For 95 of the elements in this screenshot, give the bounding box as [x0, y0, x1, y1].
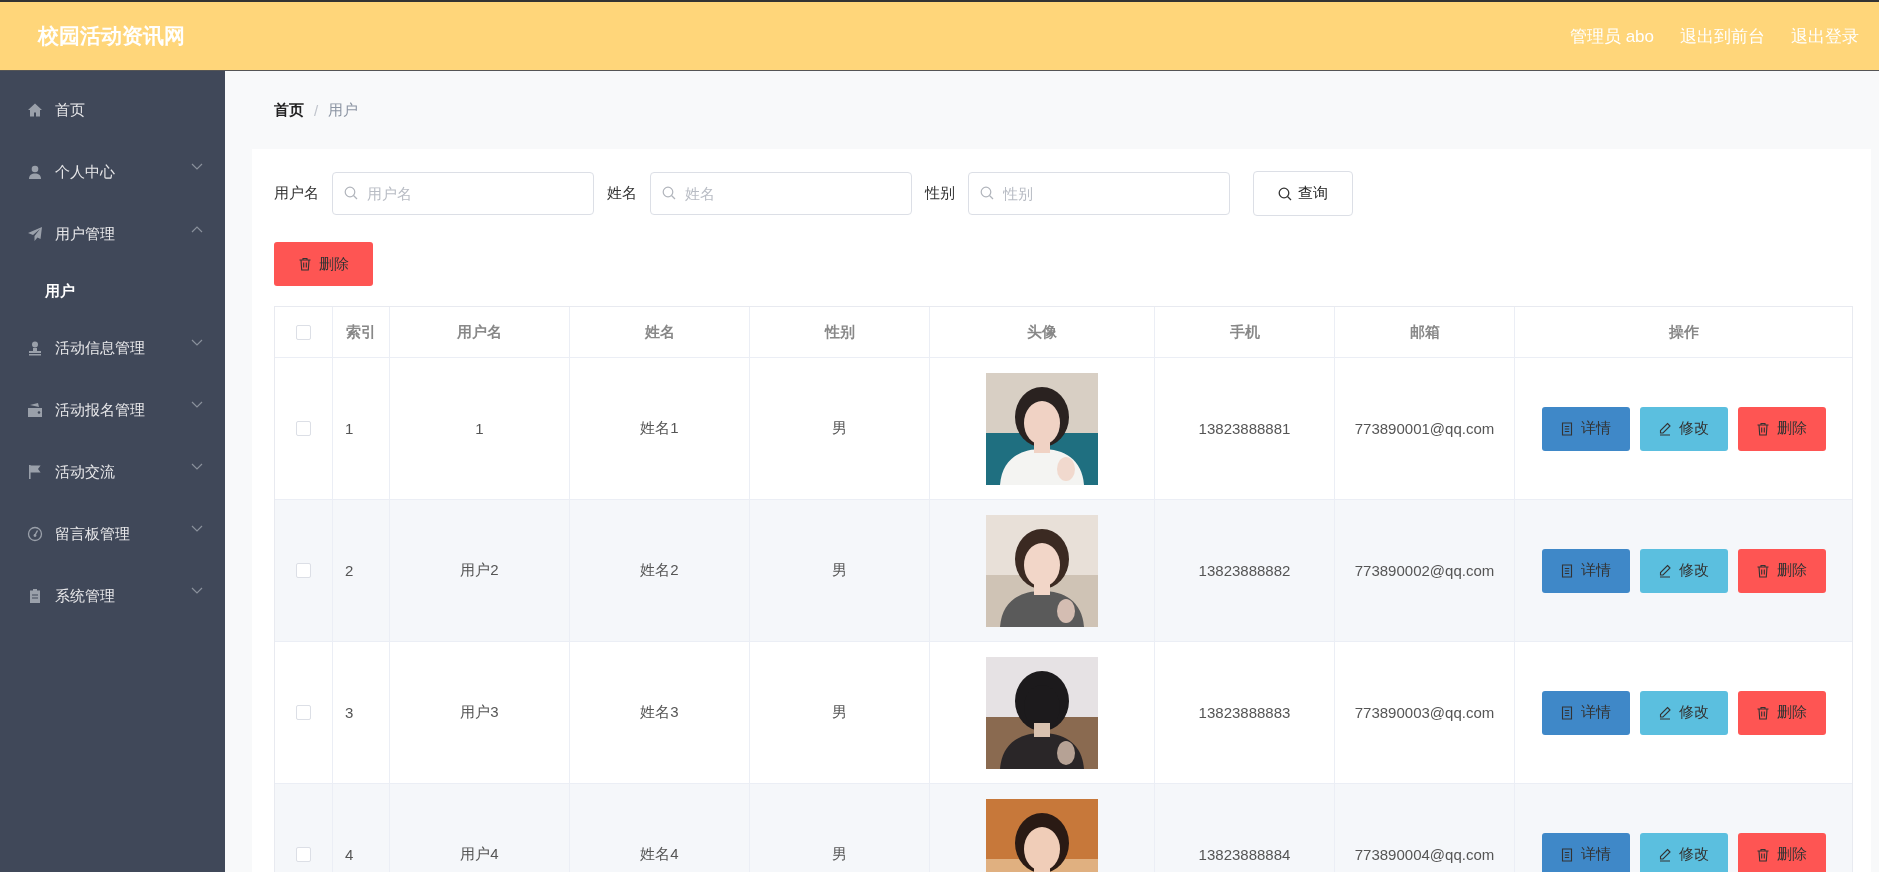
trash-icon [1756, 705, 1770, 720]
paper-plane-icon [27, 226, 43, 242]
pen-icon [1658, 421, 1672, 436]
delete-button[interactable]: 删除 [1737, 690, 1826, 735]
table-cell: 用户3 [460, 703, 499, 722]
field-label: 性别 [925, 184, 955, 203]
sidebar-item[interactable]: 个人中心 [0, 141, 225, 203]
stamp-icon [27, 340, 43, 356]
table-cell: 773890002@qq.com [1354, 562, 1495, 579]
column-header: 用户名 [457, 322, 502, 342]
search-field[interactable]: 姓名 [650, 172, 912, 215]
document-icon [1560, 705, 1574, 720]
edit-button[interactable]: 修改 [1639, 548, 1728, 593]
table-cell: 3 [345, 704, 354, 721]
edit-button[interactable]: 修改 [1639, 832, 1728, 872]
sidebar-item[interactable]: 留言板管理 [0, 503, 225, 565]
table-cell: 773890003@qq.com [1354, 704, 1495, 721]
table-cell: 13823888883 [1198, 704, 1291, 721]
table-cell: 13823888881 [1198, 420, 1291, 437]
pen-icon [1658, 847, 1672, 862]
column-header: 邮箱 [1409, 322, 1440, 342]
table-cell: 姓名2 [640, 561, 679, 580]
trash-icon [1756, 847, 1770, 862]
person-icon [27, 164, 43, 180]
table-cell: 男 [832, 703, 847, 722]
row-checkbox[interactable] [296, 705, 311, 720]
table-cell: 4 [345, 846, 354, 863]
search-field[interactable]: 用户名 [332, 172, 594, 215]
column-header: 手机 [1229, 322, 1260, 342]
row-checkbox[interactable] [296, 563, 311, 578]
table-cell: 13823888882 [1198, 562, 1291, 579]
document-icon [1560, 421, 1574, 436]
search-field[interactable]: 性别 [968, 172, 1230, 215]
breadcrumb-item: 用户 [328, 100, 359, 120]
table-cell: 2 [345, 562, 354, 579]
table-cell: 男 [832, 561, 847, 580]
table-cell: 13823888884 [1198, 846, 1291, 863]
table-cell: 773890004@qq.com [1354, 846, 1495, 863]
table-cell: 姓名4 [640, 845, 679, 864]
table-cell: 用户4 [460, 845, 499, 864]
sidebar-item[interactable]: 首页 [0, 79, 225, 141]
breadcrumb-item[interactable]: 首页 [274, 100, 304, 120]
table-cell: 姓名3 [640, 703, 679, 722]
document-icon [1560, 847, 1574, 862]
sidebar-item[interactable]: 系统管理 [0, 565, 225, 627]
table-cell: 773890001@qq.com [1354, 420, 1495, 437]
detail-button[interactable]: 详情 [1541, 690, 1630, 735]
table-cell: 姓名1 [640, 419, 679, 438]
pen-icon [1658, 705, 1672, 720]
pen-icon [1658, 563, 1672, 578]
search-button[interactable]: 查询 [1253, 171, 1353, 216]
search-icon [1278, 186, 1292, 201]
gauge-icon [27, 526, 43, 542]
sidebar-item[interactable]: 活动报名管理 [0, 379, 225, 441]
search-icon [980, 186, 994, 200]
flag-icon [27, 464, 43, 480]
trash-icon [1756, 563, 1770, 578]
row-checkbox[interactable] [296, 847, 311, 862]
delete-button[interactable]: 删除 [1737, 832, 1826, 872]
sidebar-item[interactable]: 活动交流 [0, 441, 225, 503]
breadcrumb-separator: / [314, 101, 319, 119]
delete-button[interactable]: 删除 [1737, 548, 1826, 593]
detail-button[interactable]: 详情 [1541, 832, 1630, 872]
table-cell: 用户2 [460, 561, 499, 580]
column-header: 索引 [346, 322, 376, 342]
field-label: 用户名 [274, 184, 319, 203]
search-icon [662, 186, 676, 200]
row-checkbox[interactable] [296, 421, 311, 436]
trash-icon [298, 257, 312, 271]
table-cell: 1 [345, 420, 354, 437]
detail-button[interactable]: 详情 [1541, 548, 1630, 593]
site-title: 校园活动资讯网 [38, 23, 185, 49]
column-header: 性别 [824, 322, 855, 342]
column-header: 操作 [1668, 322, 1699, 342]
clipboard-icon [27, 588, 43, 604]
sidebar-item[interactable]: 活动信息管理 [0, 317, 225, 379]
select-all-checkbox[interactable] [296, 324, 311, 340]
search-icon [344, 186, 358, 200]
field-label: 姓名 [607, 184, 637, 203]
edit-button[interactable]: 修改 [1639, 690, 1728, 735]
sidebar-item[interactable]: 用户管理 [0, 203, 225, 265]
table-cell: 男 [832, 845, 847, 864]
sidebar-subitem[interactable]: 用户 [0, 265, 225, 317]
delete-button[interactable]: 删除 [274, 242, 373, 286]
trash-icon [1756, 421, 1770, 436]
detail-button[interactable]: 详情 [1541, 406, 1630, 451]
home-icon [27, 102, 43, 118]
table-cell: 男 [832, 419, 847, 438]
edit-button[interactable]: 修改 [1639, 406, 1728, 451]
delete-button[interactable]: 删除 [1737, 406, 1826, 451]
table-cell: 1 [475, 420, 484, 437]
column-header: 头像 [1027, 322, 1057, 342]
wallet-icon [27, 402, 43, 418]
column-header: 姓名 [644, 322, 675, 342]
document-icon [1560, 563, 1574, 578]
